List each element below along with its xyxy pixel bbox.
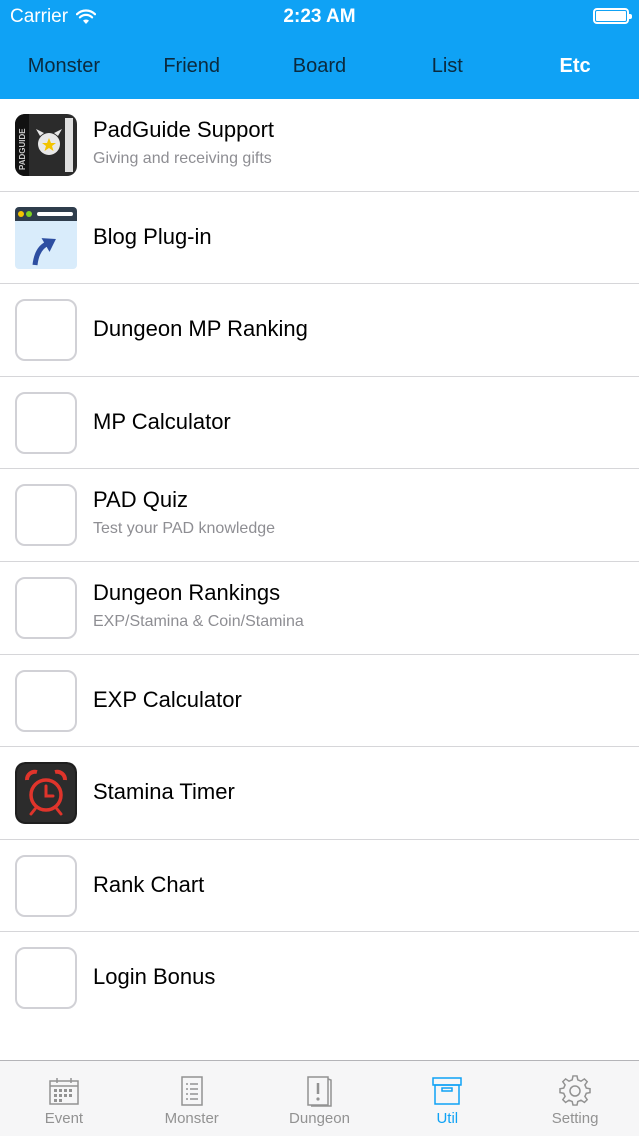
archive-box-icon [432, 1077, 463, 1105]
row-title: Rank Chart [93, 871, 205, 897]
tab-dungeon[interactable]: Dungeon [256, 1061, 384, 1136]
row-subtitle: Test your PAD knowledge [93, 520, 276, 538]
tab-label: Util [436, 1110, 459, 1127]
top-tab-friend[interactable]: Friend [128, 40, 256, 92]
app-header: Carrier 2:23 AM Monster Friend Board Lis… [0, 0, 639, 99]
bottom-tab-bar: Event Monster Dungeon Util Setting [0, 1060, 639, 1136]
row-title: Dungeon Rankings [93, 579, 281, 605]
placeholder-icon [15, 391, 77, 454]
list-item-dungeon-mp-ranking[interactable]: Dungeon MP Ranking [0, 284, 639, 377]
utility-list: PADGUIDE PadGuide Support Giving and rec… [0, 99, 639, 1025]
top-tab-board[interactable]: Board [256, 40, 384, 92]
top-tab-monster[interactable]: Monster [0, 40, 128, 92]
placeholder-icon [15, 484, 77, 547]
tab-label: Setting [551, 1110, 599, 1127]
row-subtitle: Giving and receiving gifts [93, 150, 272, 167]
row-title: PAD Quiz [93, 487, 188, 513]
row-title: Dungeon MP Ranking [93, 316, 308, 342]
list-item-exp-calculator[interactable]: EXP Calculator [0, 655, 639, 748]
list-item-stamina-timer[interactable]: Stamina Timer [0, 747, 639, 840]
list-item-rank-chart[interactable]: Rank Chart [0, 840, 639, 933]
browser-upload-icon [15, 206, 77, 269]
alarm-clock-icon [15, 762, 77, 825]
row-title: Blog Plug-in [93, 223, 212, 249]
row-subtitle: EXP/Stamina & Coin/Stamina [93, 612, 304, 630]
calendar-icon [49, 1078, 79, 1105]
status-bar: Carrier 2:23 AM [0, 0, 639, 34]
list-item-padguide-support[interactable]: PADGUIDE PadGuide Support Giving and rec… [0, 99, 639, 192]
tab-label: Dungeon [289, 1110, 350, 1127]
row-title: EXP Calculator [93, 686, 242, 712]
tab-event[interactable]: Event [0, 1061, 128, 1136]
row-title: Login Bonus [93, 964, 216, 990]
row-title: PadGuide Support [93, 117, 275, 142]
top-tab-list[interactable]: List [383, 40, 511, 92]
list-item-dungeon-rankings[interactable]: Dungeon Rankings EXP/Stamina & Coin/Stam… [0, 562, 639, 655]
tab-label: Monster [164, 1110, 219, 1127]
padguide-spine-text: PADGUIDE [18, 128, 27, 170]
gear-icon [559, 1075, 591, 1106]
list-document-icon [180, 1076, 203, 1106]
placeholder-icon [15, 854, 77, 917]
tab-setting[interactable]: Setting [511, 1061, 639, 1136]
top-tab-etc[interactable]: Etc [511, 40, 639, 92]
placeholder-icon [15, 947, 77, 1010]
padguide-book-icon: PADGUIDE [15, 114, 77, 176]
placeholder-icon [15, 669, 77, 732]
list-item-login-bonus[interactable]: Login Bonus [0, 932, 639, 1025]
list-item-pad-quiz[interactable]: PAD Quiz Test your PAD knowledge [0, 469, 639, 562]
row-title: MP Calculator [93, 408, 231, 434]
tab-label: Event [44, 1110, 84, 1127]
placeholder-icon [15, 576, 77, 639]
list-item-mp-calculator[interactable]: MP Calculator [0, 377, 639, 470]
battery-icon [593, 8, 632, 24]
row-title: Stamina Timer [93, 779, 235, 805]
tab-util[interactable]: Util [383, 1061, 511, 1136]
list-item-blog-plugin[interactable]: Blog Plug-in [0, 192, 639, 285]
tab-monster[interactable]: Monster [128, 1061, 256, 1136]
alert-book-icon [307, 1076, 333, 1107]
top-segment-tabs: Monster Friend Board List Etc [0, 40, 639, 92]
status-time: 2:23 AM [283, 6, 356, 27]
placeholder-icon [15, 299, 77, 362]
